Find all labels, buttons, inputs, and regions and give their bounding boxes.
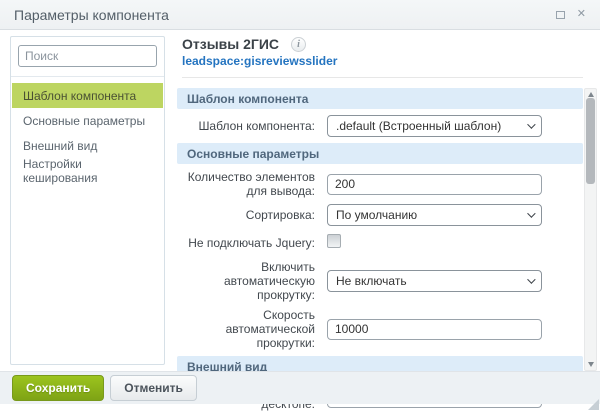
header-divider	[182, 77, 583, 78]
component-parameters-dialog: Параметры компонента ✕ Шаблон компонента…	[0, 0, 600, 411]
field-label: Скорость автоматической прокрутки:	[177, 308, 327, 350]
sidebar-item-label: Основные параметры	[23, 114, 145, 128]
scroll-down-icon[interactable]	[588, 362, 594, 367]
scrollbar-thumb[interactable]	[586, 98, 595, 184]
save-button[interactable]: Сохранить	[12, 375, 104, 401]
page-title: Отзывы 2ГИС	[182, 36, 279, 52]
close-icon[interactable]: ✕	[577, 9, 586, 20]
sorting-select[interactable]: По умолчанию	[327, 204, 542, 226]
component-name-link[interactable]: leadspace:gisreviewsslider	[182, 54, 583, 68]
template-select[interactable]: .default (Встроенный шаблон)	[327, 115, 542, 137]
chevron-down-icon	[527, 275, 535, 283]
search-input[interactable]	[18, 45, 157, 67]
autoscroll-speed-input[interactable]	[327, 319, 542, 340]
content-header: Отзывы 2ГИС i leadspace:gisreviewsslider	[177, 36, 583, 78]
dialog-title: Параметры компонента	[14, 7, 169, 23]
search-wrap	[11, 37, 164, 77]
sidebar-item-component-template[interactable]: Шаблон компонента	[12, 83, 163, 108]
settings-form: Шаблон компонента Шаблон компонента: .de…	[177, 88, 583, 411]
chevron-down-icon	[527, 209, 535, 217]
scroll-up-icon[interactable]	[588, 92, 594, 97]
sidebar-item-label: Настройки кеширования	[23, 157, 152, 185]
maximize-icon[interactable]	[556, 11, 565, 19]
jquery-checkbox[interactable]	[327, 234, 341, 248]
content-pane: Отзывы 2ГИС i leadspace:gisreviewsslider…	[177, 36, 583, 411]
field-label: Не подключать Jquery:	[177, 236, 327, 250]
section-main-parameters: Основные параметры	[177, 143, 583, 164]
vertical-scrollbar[interactable]	[584, 88, 597, 371]
sidebar-item-main-parameters[interactable]: Основные параметры	[12, 108, 163, 133]
form-row-sorting: Сортировка: По умолчанию	[177, 204, 583, 226]
resize-gripper-icon[interactable]	[588, 399, 599, 410]
sidebar-item-label: Внешний вид	[23, 139, 97, 153]
dialog-footer: Сохранить Отменить	[0, 371, 600, 404]
sidebar: Шаблон компонента Основные параметры Вне…	[10, 36, 165, 365]
section-component-template: Шаблон компонента	[177, 88, 583, 109]
form-row-autoscroll: Включить автоматическую прокрутку: Не вк…	[177, 260, 583, 302]
field-label: Сортировка:	[177, 208, 327, 222]
section-title: Основные параметры	[187, 147, 319, 161]
chevron-down-icon	[527, 120, 535, 128]
items-count-input[interactable]	[327, 174, 542, 195]
section-title: Шаблон компонента	[187, 92, 308, 106]
sidebar-item-appearance[interactable]: Внешний вид	[12, 133, 163, 158]
cancel-button[interactable]: Отменить	[110, 375, 197, 401]
sidebar-item-cache-settings[interactable]: Настройки кеширования	[12, 158, 163, 183]
info-icon[interactable]: i	[291, 37, 306, 52]
form-row-items-count: Количество элементов для вывода:	[177, 170, 583, 198]
form-row-template: Шаблон компонента: .default (Встроенный …	[177, 115, 583, 137]
form-row-jquery: Не подключать Jquery:	[177, 232, 583, 254]
form-row-autoscroll-speed: Скорость автоматической прокрутки:	[177, 308, 583, 350]
field-label: Количество элементов для вывода:	[177, 170, 327, 198]
sidebar-menu: Шаблон компонента Основные параметры Вне…	[11, 77, 164, 189]
sidebar-item-label: Шаблон компонента	[23, 89, 136, 103]
window-controls: ✕	[556, 9, 586, 20]
field-label: Шаблон компонента:	[177, 119, 327, 133]
autoscroll-select[interactable]: Не включать	[327, 270, 542, 292]
field-label: Включить автоматическую прокрутку:	[177, 260, 327, 302]
dialog-titlebar: Параметры компонента ✕	[0, 0, 600, 30]
